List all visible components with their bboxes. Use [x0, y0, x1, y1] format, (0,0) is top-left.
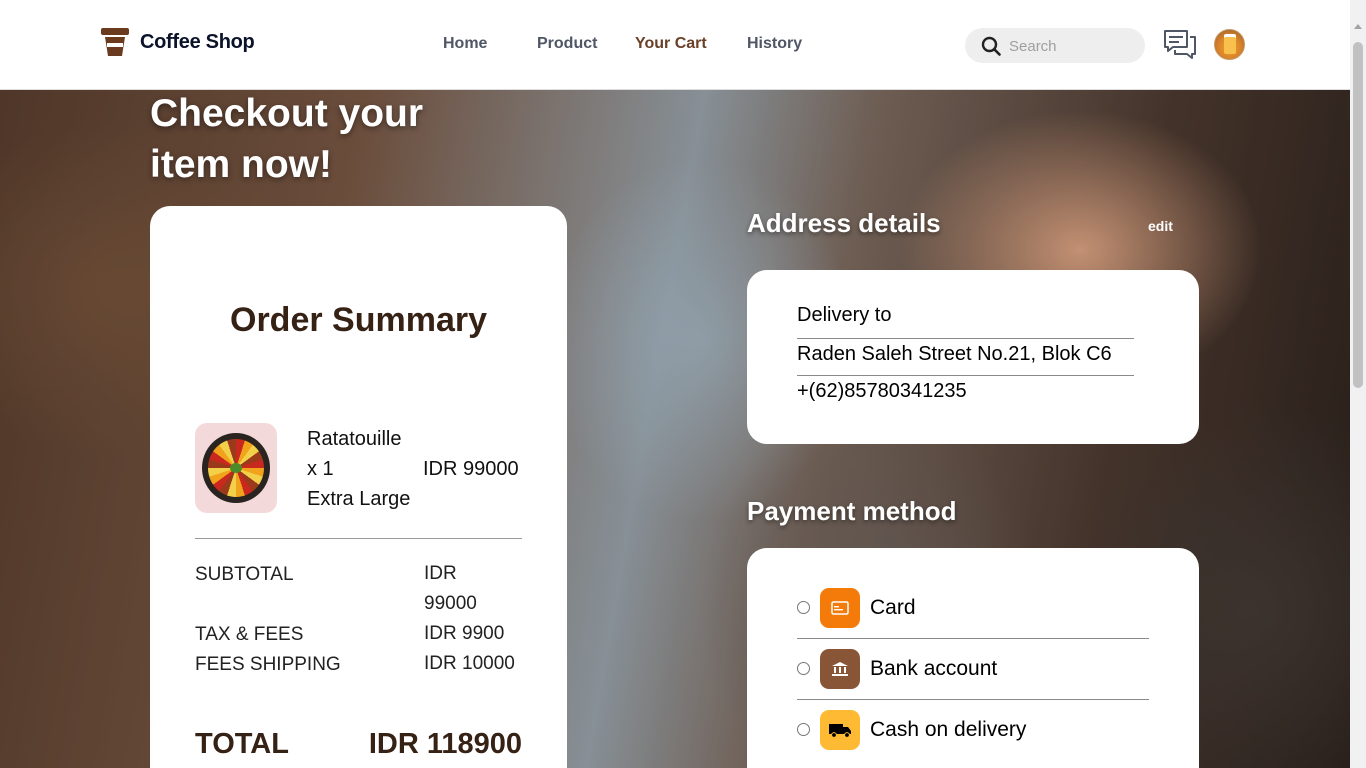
total-label: TOTAL [195, 728, 289, 760]
payment-radio-bank[interactable] [797, 662, 810, 675]
nav-home[interactable]: Home [443, 35, 487, 53]
item-quantity: x 1 [307, 458, 334, 480]
navbar: Coffee Shop Home Product Your Cart Histo… [0, 0, 1350, 90]
address-divider [797, 375, 1134, 376]
address-divider [797, 338, 1134, 339]
address-section-title: Address details [747, 208, 941, 238]
payment-card: Card Bank account Cash on delivery [747, 548, 1199, 768]
payment-radio-card[interactable] [797, 601, 810, 614]
scrollbar[interactable] [1350, 0, 1366, 768]
chat-icon[interactable] [1163, 29, 1197, 61]
search-input[interactable] [1009, 35, 1129, 57]
total-value: IDR 118900 [368, 728, 522, 760]
payment-divider [797, 699, 1149, 700]
item-size: Extra Large [307, 488, 411, 510]
avatar[interactable] [1214, 29, 1245, 60]
order-summary-card: Order Summary Ratatouille x 1 IDR 99000 … [150, 206, 567, 768]
brand-name: Coffee Shop [140, 30, 255, 53]
tax-value: IDR 9900 [424, 623, 505, 644]
payment-option-bank[interactable]: Bank account [797, 649, 1149, 689]
nav-product[interactable]: Product [537, 35, 597, 53]
product-image [195, 423, 277, 513]
edit-address-link[interactable]: edit [1148, 218, 1173, 234]
address-phone: +(62)85780341235 [797, 380, 967, 402]
shipping-value: IDR 10000 [424, 653, 515, 674]
search-icon [981, 36, 1001, 56]
scrollbar-thumb[interactable] [1353, 42, 1363, 388]
coffee-cup-icon [101, 26, 129, 58]
card-icon [820, 588, 860, 628]
nav-your-cart[interactable]: Your Cart [635, 35, 707, 53]
payment-label-cod: Cash on delivery [870, 718, 1027, 741]
nav-history[interactable]: History [747, 35, 802, 53]
brand-logo[interactable]: Coffee Shop [101, 26, 255, 58]
search-bar[interactable] [965, 28, 1145, 63]
delivery-to-label: Delivery to [797, 304, 892, 326]
payment-option-cod[interactable]: Cash on delivery [797, 710, 1149, 750]
bank-icon [820, 649, 860, 689]
scroll-up-arrow-icon[interactable] [1354, 24, 1362, 29]
truck-icon [820, 710, 860, 750]
tax-label: TAX & FEES [195, 624, 304, 645]
summary-divider [195, 538, 522, 539]
item-name: Ratatouille [307, 428, 402, 450]
payment-radio-cod[interactable] [797, 723, 810, 736]
payment-section-title: Payment method [747, 496, 957, 526]
order-summary-title: Order Summary [230, 301, 487, 339]
payment-option-card[interactable]: Card [797, 588, 1149, 628]
address-street: Raden Saleh Street No.21, Blok C6 [797, 343, 1112, 365]
page-title: Checkout your item now! [150, 92, 424, 186]
payment-label-bank: Bank account [870, 657, 998, 680]
address-card: Delivery to Raden Saleh Street No.21, Bl… [747, 270, 1199, 444]
shipping-label: FEES SHIPPING [195, 654, 341, 675]
payment-divider [797, 638, 1149, 639]
item-price: IDR 99000 [423, 458, 519, 480]
subtotal-value: IDR 99000 [424, 563, 477, 614]
payment-label-card: Card [870, 596, 916, 619]
subtotal-label: SUBTOTAL [195, 564, 294, 585]
